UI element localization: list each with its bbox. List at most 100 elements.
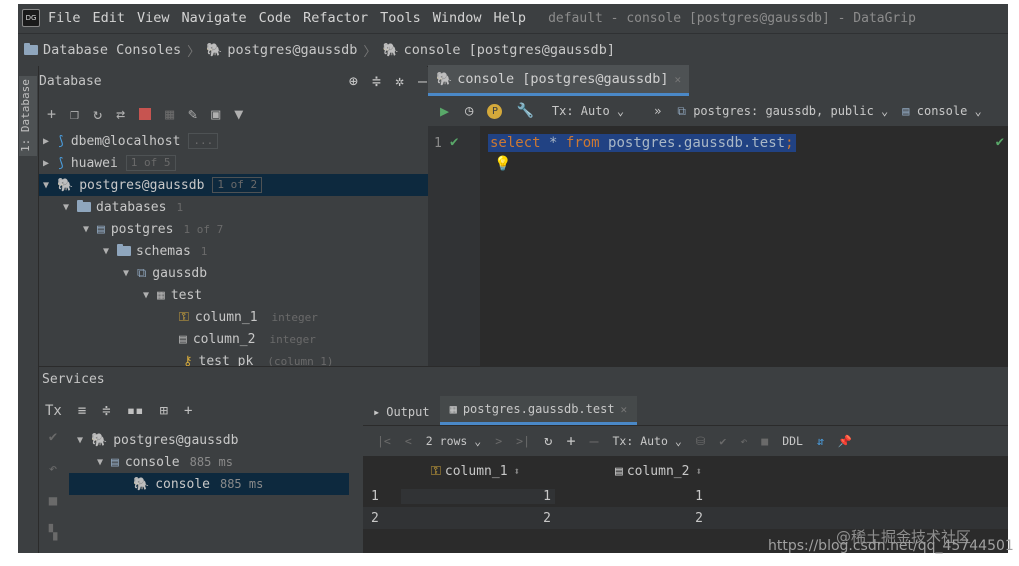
collapse-arrow-icon[interactable]: ▼ xyxy=(99,246,113,257)
stop-icon[interactable] xyxy=(139,108,152,120)
tree-node-column-2[interactable]: ▤ column_2 integer xyxy=(39,328,439,350)
rollback-icon[interactable]: ↶ xyxy=(39,461,67,493)
tree-node-huawei[interactable]: ▶ ⟆ huawei 1 of 5 xyxy=(39,152,439,174)
sort-icon[interactable]: ⬍ xyxy=(695,465,702,478)
layout-icon[interactable]: ▚ xyxy=(39,525,67,553)
prev-page-icon[interactable]: < xyxy=(405,434,412,448)
minimize-icon[interactable]: — xyxy=(418,72,427,90)
add-icon[interactable]: + xyxy=(47,105,56,123)
tree-node-test[interactable]: ▼ ▦ test xyxy=(39,284,439,306)
menu-refactor[interactable]: Refactor xyxy=(303,10,368,26)
breadcrumb-item-datasource[interactable]: 🐘 postgres@gaussdb xyxy=(206,42,357,58)
explain-plan-icon[interactable]: P xyxy=(487,103,503,119)
collapse-arrow-icon[interactable]: ▼ xyxy=(139,290,153,301)
rollback-icon[interactable]: ↶ xyxy=(740,434,747,448)
schema-selector[interactable]: ⧉ postgres: gaussdb, public ⌄ xyxy=(677,104,888,119)
tree-node-column-1[interactable]: ⚿ column_1 integer xyxy=(39,306,439,328)
sort-icon[interactable]: ⬍ xyxy=(514,465,521,478)
menu-edit[interactable]: Edit xyxy=(93,10,126,26)
collapse-arrow-icon[interactable]: ▼ xyxy=(93,457,107,468)
column-header-1[interactable]: ⚿ column_1 ⬍ xyxy=(401,464,585,479)
collapse-arrow-icon[interactable]: ▼ xyxy=(39,180,53,191)
run-icon[interactable]: ▶ xyxy=(440,102,449,120)
overflow-button[interactable]: » xyxy=(654,104,661,118)
collapse-arrow-icon[interactable]: ▼ xyxy=(119,268,133,279)
intention-bulb-icon[interactable]: 💡 xyxy=(494,156,511,172)
tx-mode-dropdown[interactable]: Tx: Auto ⌄ xyxy=(613,434,682,448)
table-cell[interactable]: 2 xyxy=(401,511,555,526)
tree-node-postgres-gaussdb[interactable]: ▼ 🐘 postgres@gaussdb 1 of 2 xyxy=(39,174,439,196)
crosshair-icon[interactable]: ⊕ xyxy=(349,72,358,90)
last-page-icon[interactable]: >| xyxy=(516,434,530,448)
expand-arrow-icon[interactable]: ▶ xyxy=(39,136,53,147)
table-icon[interactable]: ▦ xyxy=(165,105,174,123)
new-tab-icon[interactable]: ⊞ xyxy=(160,403,168,419)
tree-node-dbem[interactable]: ▶ ⟆ dbem@localhost ... xyxy=(39,130,439,152)
menu-window[interactable]: Window xyxy=(433,10,482,26)
service-node-datasource[interactable]: ▼ 🐘 postgres@gaussdb xyxy=(69,429,349,451)
edit-icon[interactable]: ✎ xyxy=(188,105,197,123)
history-icon[interactable]: ◷ xyxy=(465,103,473,119)
add-row-icon[interactable]: + xyxy=(566,432,575,450)
close-icon[interactable]: ✕ xyxy=(621,403,628,416)
menu-navigate[interactable]: Navigate xyxy=(182,10,247,26)
group-icon[interactable]: ▪▪ xyxy=(127,403,144,419)
menu-help[interactable]: Help xyxy=(494,10,527,26)
close-icon[interactable]: ✕ xyxy=(675,73,682,86)
db-icon[interactable]: ⛁ xyxy=(696,434,706,448)
commit-icon[interactable]: ✔ xyxy=(719,434,726,448)
menu-tools[interactable]: Tools xyxy=(380,10,421,26)
tree-node-gaussdb[interactable]: ▼ ⧉ gaussdb xyxy=(39,262,439,284)
collapse-icon[interactable]: ≑ xyxy=(372,72,381,90)
compare-icon[interactable]: ⇵ xyxy=(817,434,824,448)
tx-icon[interactable]: Tx xyxy=(45,403,62,419)
ddl-button[interactable]: DDL xyxy=(782,434,803,448)
service-node-console[interactable]: 🐘 console 885 ms xyxy=(69,473,349,495)
service-node-console-group[interactable]: ▼ ▤ console 885 ms xyxy=(69,451,349,473)
menu-code[interactable]: Code xyxy=(259,10,292,26)
tab-console[interactable]: 🐘 console [postgres@gaussdb] ✕ xyxy=(428,65,690,96)
console-icon[interactable]: ▣ xyxy=(211,105,220,123)
tab-output[interactable]: ▸ Output xyxy=(363,399,440,425)
tab-label: Output xyxy=(386,405,430,419)
wrench-icon[interactable]: 🔧 xyxy=(516,103,533,119)
copy-icon[interactable]: ❐ xyxy=(70,105,79,123)
collapse-arrow-icon[interactable]: ▼ xyxy=(79,224,93,235)
table-cell[interactable]: 2 xyxy=(555,511,707,526)
collapse-arrow-icon[interactable]: ▼ xyxy=(73,435,87,446)
stop-icon[interactable]: ■ xyxy=(761,434,768,448)
table-cell[interactable]: 1 xyxy=(555,489,707,504)
table-cell[interactable]: 1 xyxy=(401,488,555,504)
tree-node-postgres[interactable]: ▼ ▤ postgres 1 of 7 xyxy=(39,218,439,240)
breadcrumb-item-console[interactable]: 🐘 console [postgres@gaussdb] xyxy=(382,42,615,58)
pin-icon[interactable]: 📌 xyxy=(838,434,852,448)
breadcrumb-item-database-consoles[interactable]: Database Consoles xyxy=(24,42,181,58)
add-service-icon[interactable]: + xyxy=(184,403,192,419)
expand-arrow-icon[interactable]: ▶ xyxy=(39,158,53,169)
sql-editor[interactable]: select * from postgres.gaussdb.test; 💡 ✔ xyxy=(480,126,1008,366)
tree-node-schemas[interactable]: ▼ schemas 1 xyxy=(39,240,439,262)
gear-icon[interactable]: ✲ xyxy=(395,72,404,90)
refresh-icon[interactable]: ↻ xyxy=(93,105,102,123)
first-page-icon[interactable]: |< xyxy=(377,434,391,448)
filter-icon[interactable]: ▼ xyxy=(234,105,243,123)
menu-view[interactable]: View xyxy=(137,10,170,26)
column-header-2[interactable]: ▤ column_2 ⬍ xyxy=(585,464,767,479)
tree-node-databases[interactable]: ▼ databases 1 xyxy=(39,196,439,218)
next-page-icon[interactable]: > xyxy=(495,434,502,448)
stop-icon[interactable]: ■ xyxy=(39,493,67,525)
delete-row-icon[interactable]: — xyxy=(589,432,598,450)
menu-file[interactable]: File xyxy=(48,10,81,26)
console-selector[interactable]: ▤ console ⌄ xyxy=(902,104,982,118)
tx-mode-dropdown[interactable]: Tx: Auto ⌄ xyxy=(552,104,624,118)
tab-result-table[interactable]: ▦ postgres.gaussdb.test ✕ xyxy=(439,396,638,425)
expand-all-icon[interactable]: ≡ xyxy=(78,403,86,419)
commit-icon[interactable]: ✔ xyxy=(39,429,67,461)
reload-icon[interactable]: ↻ xyxy=(544,433,552,449)
table-row[interactable]: 1 1 1 xyxy=(363,485,1008,507)
schema-sync-icon[interactable]: ⇄ xyxy=(116,105,125,123)
collapse-all-icon[interactable]: ≑ xyxy=(102,403,110,419)
database-tool-window-button[interactable]: 1: Database xyxy=(19,76,37,156)
rows-dropdown[interactable]: 2 rows ⌄ xyxy=(426,434,481,448)
collapse-arrow-icon[interactable]: ▼ xyxy=(59,202,73,213)
